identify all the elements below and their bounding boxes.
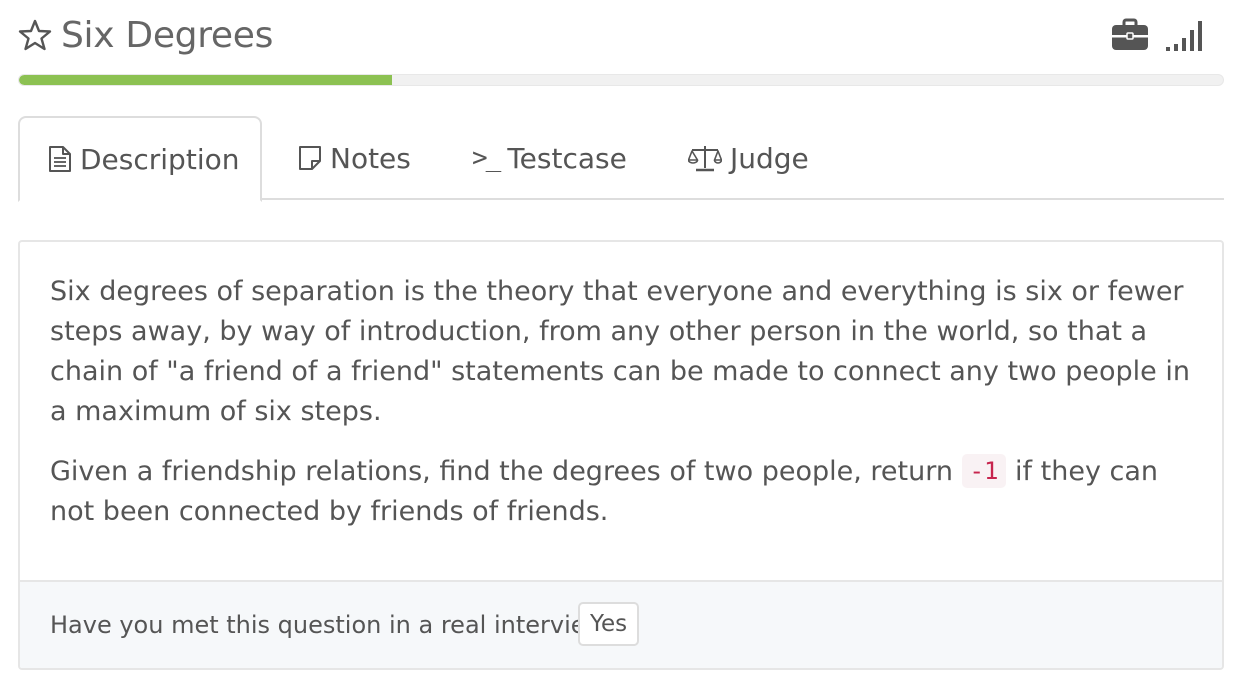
star-icon[interactable] [18,18,52,52]
description-paragraph: Six degrees of separation is the theory … [50,276,1190,427]
page-title: Six Degrees [61,15,274,56]
return-value-code: -1 [961,454,1007,488]
problem-header: Six Degrees [18,14,1224,58]
tab-description-label: Description [80,142,240,176]
problem-description: Six degrees of separation is the theory … [50,272,1200,552]
interview-question: Have you met this question in a real int… [50,611,618,639]
briefcase-icon[interactable] [1110,18,1150,52]
tab-judge-label: Judge [730,141,809,175]
interview-footer: Have you met this question in a real int… [20,580,1222,668]
description-panel: Six degrees of separation is the theory … [18,240,1224,670]
signal-bars-icon [1166,21,1202,51]
balance-scale-icon [688,146,722,172]
tab-bar: Description Notes >_ Testcase Judge [18,116,1224,202]
progress-bar [18,74,1224,86]
progress-fill [19,75,393,85]
document-icon [49,146,71,172]
note-icon [299,146,321,170]
tab-description[interactable]: Description [18,116,262,202]
tab-notes[interactable]: Notes [298,116,411,200]
tab-testcase[interactable]: >_ Testcase [472,116,627,200]
description-paragraph-return: Given a friendship relations, find the d… [50,452,1200,532]
tab-testcase-label: Testcase [507,141,627,175]
tab-notes-label: Notes [330,141,411,175]
return-text-before: Given a friendship relations, find the d… [50,456,953,487]
tab-judge[interactable]: Judge [688,116,809,200]
yes-button[interactable]: Yes [578,602,640,646]
terminal-prompt-icon: >_ [472,143,501,173]
